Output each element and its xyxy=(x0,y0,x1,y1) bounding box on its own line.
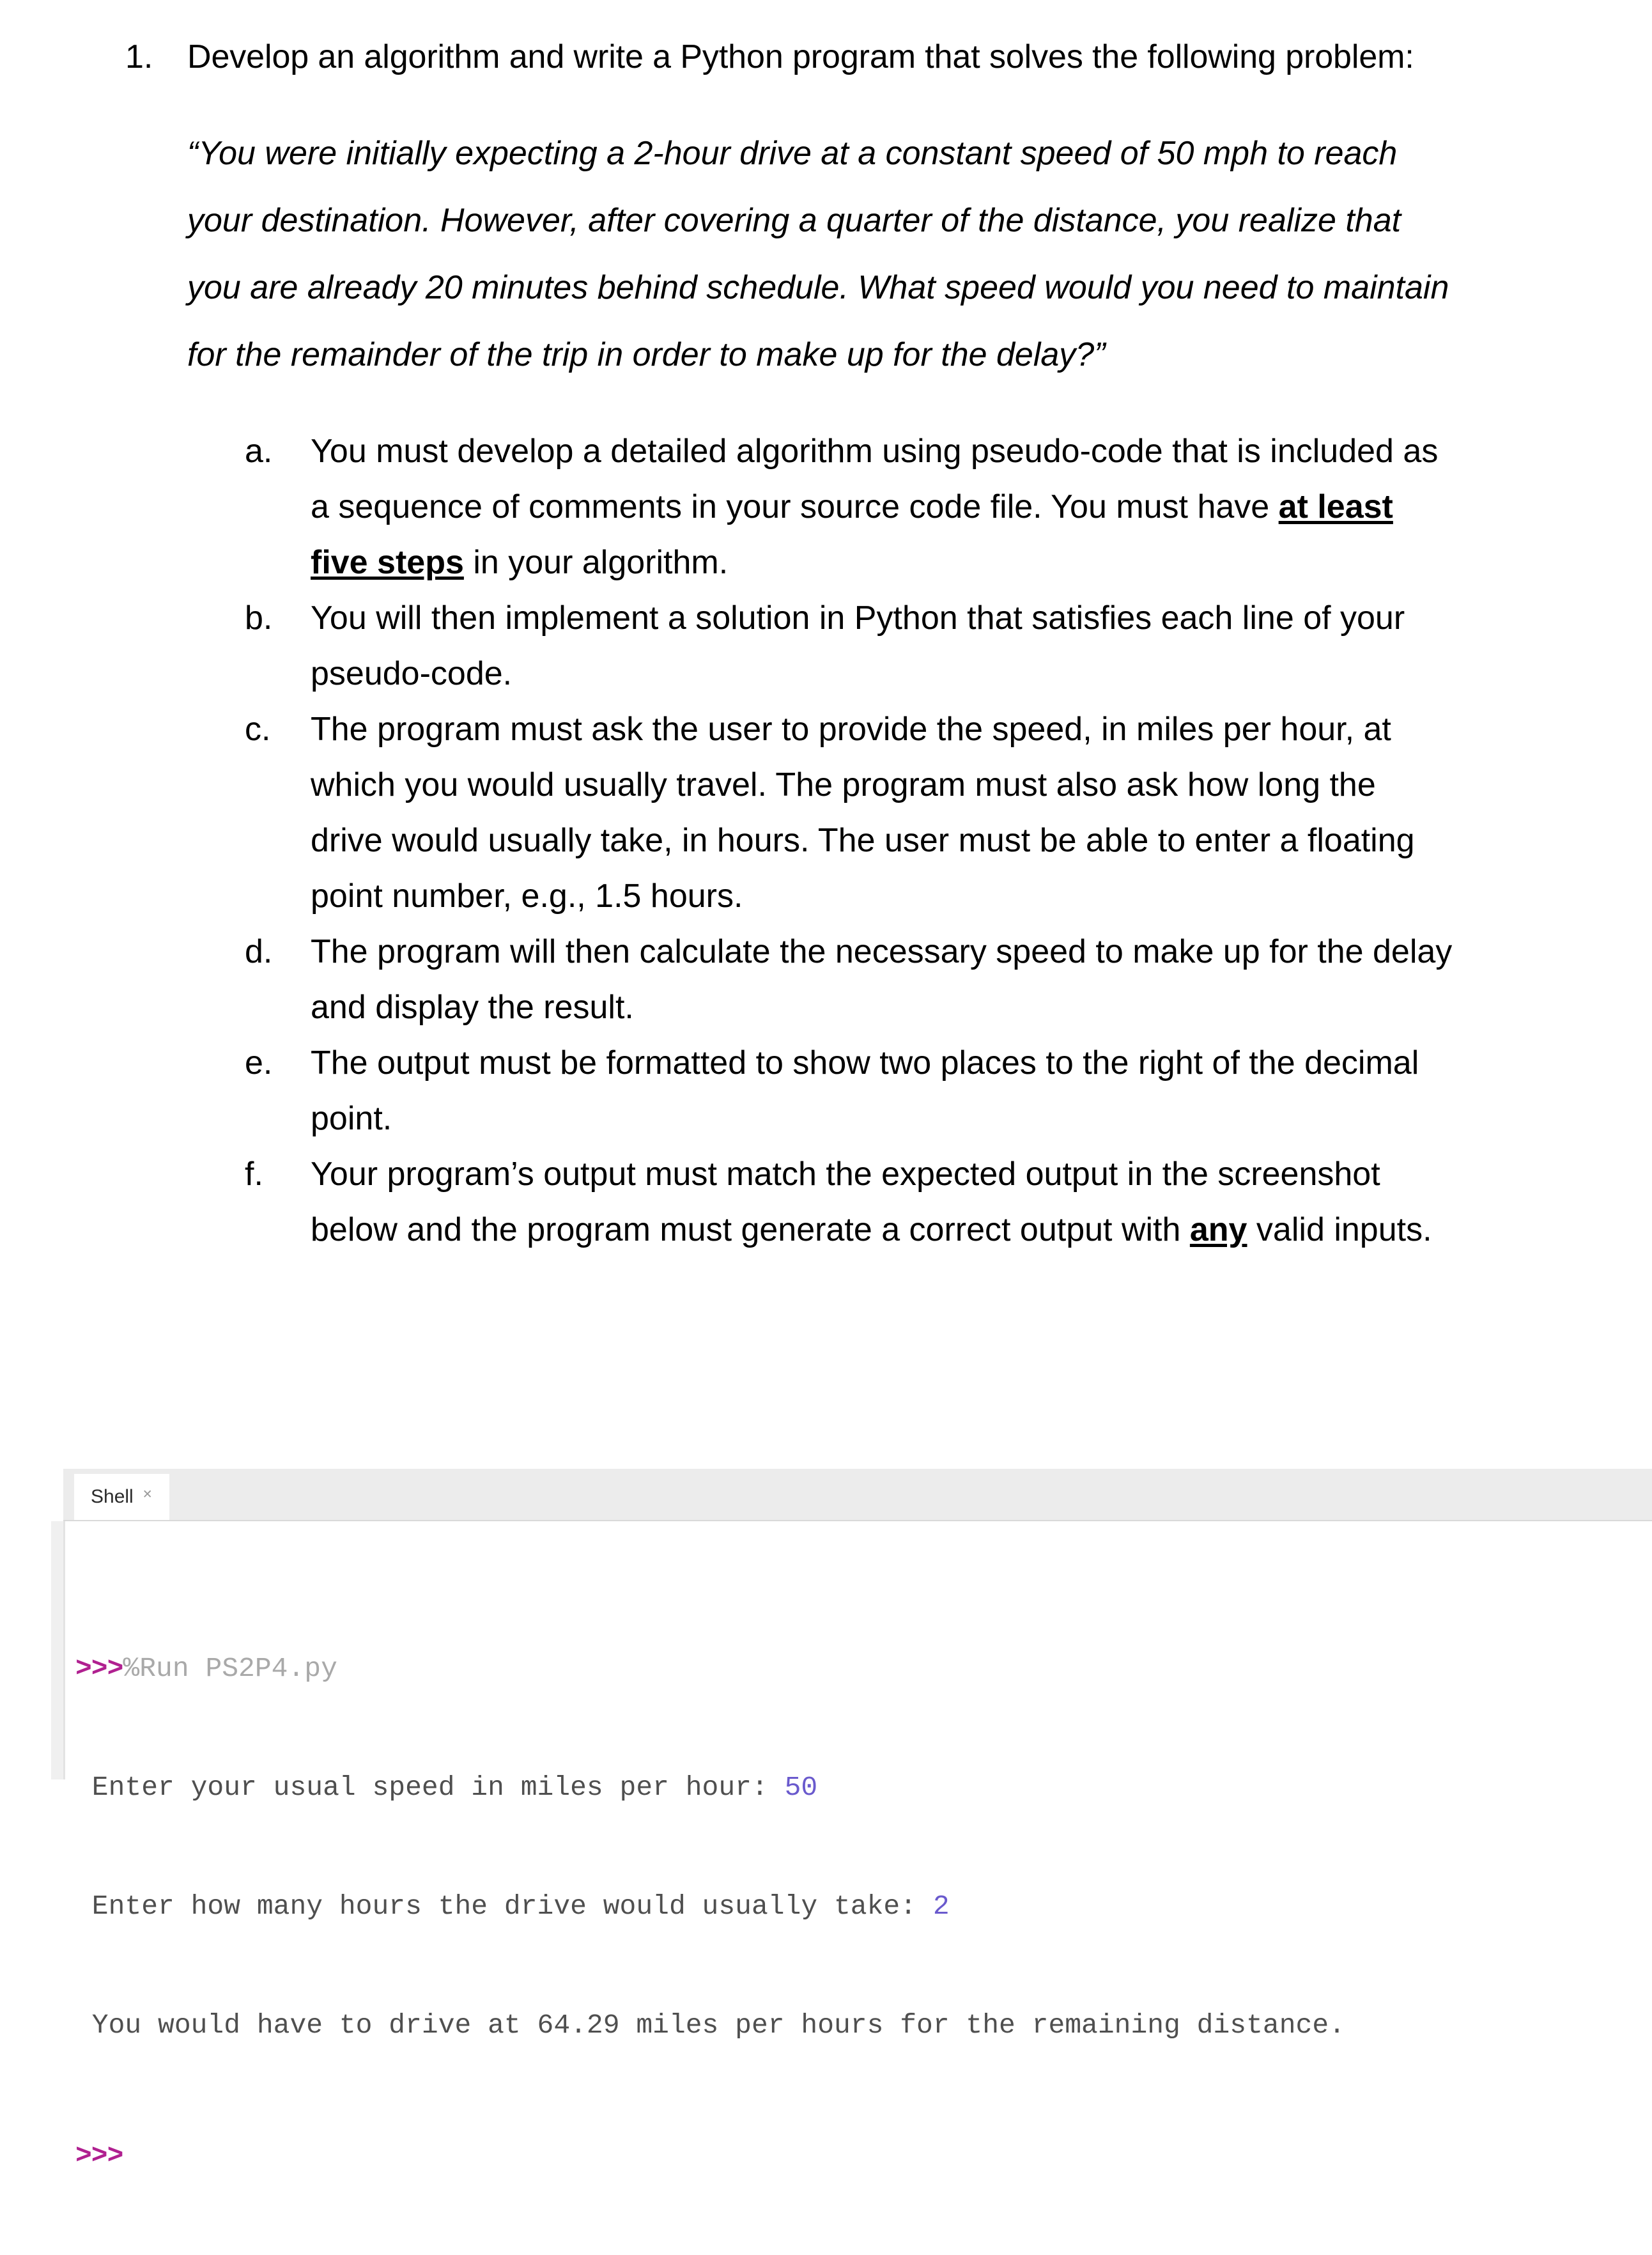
shell-text-result: You would have to drive at 64.29 miles p… xyxy=(75,2010,1345,2041)
sublist-marker-d: d. xyxy=(245,933,273,970)
sublist-marker-e: e. xyxy=(245,1044,273,1081)
sublist-text-f: Your program’s output must match the exp… xyxy=(311,1147,1455,1258)
shell-tab-bar: Shell ✕ xyxy=(63,1469,1652,1521)
sublist-marker-b: b. xyxy=(245,600,273,637)
sublist-text-c: The program must ask the user to provide… xyxy=(311,702,1455,924)
sublist-text-d-before: The program will then calculate the nece… xyxy=(311,933,1453,1026)
shell-text-speed-prompt: Enter your usual speed in miles per hour… xyxy=(75,1772,785,1803)
shell-line-speed-prompt: Enter your usual speed in miles per hour… xyxy=(65,1768,1652,1808)
list-item-1: 1. Develop an algorithm and write a Pyth… xyxy=(0,28,1652,1258)
sublist-item-c: c. The program must ask the user to prov… xyxy=(187,702,1575,924)
sublist-text-f-after: valid inputs. xyxy=(1247,1211,1432,1248)
tab-shell[interactable]: Shell ✕ xyxy=(74,1474,169,1520)
sublist-text-b: You will then implement a solution in Py… xyxy=(311,591,1455,702)
lettered-sublist: a. You must develop a detailed algorithm… xyxy=(187,389,1575,1258)
shell-line-result: You would have to drive at 64.29 miles p… xyxy=(65,2006,1652,2045)
sublist-marker-a: a. xyxy=(245,433,273,470)
problem-intro-text: Develop an algorithm and write a Python … xyxy=(187,38,1414,75)
sublist-text-c-before: The program must ask the user to provide… xyxy=(311,711,1415,915)
numbered-list: 1. Develop an algorithm and write a Pyth… xyxy=(0,28,1652,1258)
sublist-item-b: b. You will then implement a solution in… xyxy=(187,591,1575,702)
sublist-marker-f: f. xyxy=(245,1156,263,1193)
sublist-text-b-before: You will then implement a solution in Py… xyxy=(311,600,1405,692)
shell-value-hours: 2 xyxy=(932,1891,950,1922)
sublist-emphasis-f: any xyxy=(1189,1211,1247,1248)
shell-output-area[interactable]: >>>%Run PS2P4.py Enter your usual speed … xyxy=(51,1521,1652,2171)
shell-run-command: %Run PS2P4.py xyxy=(123,1653,337,1684)
document-body: 1. Develop an algorithm and write a Pyth… xyxy=(0,0,1652,1258)
sublist-item-f: f. Your program’s output must match the … xyxy=(187,1147,1575,1258)
list-marker-1: 1. xyxy=(125,38,153,75)
shell-gutter xyxy=(51,1521,63,1779)
sublist-text-e-before: The output must be formatted to show two… xyxy=(311,1044,1419,1137)
shell-line-final-prompt: >>> xyxy=(65,2125,1652,2176)
sublist-marker-c: c. xyxy=(245,711,271,748)
sublist-text-a: You must develop a detailed algorithm us… xyxy=(311,424,1455,591)
sublist-item-a: a. You must develop a detailed algorithm… xyxy=(187,424,1575,591)
close-icon[interactable]: ✕ xyxy=(143,1489,153,1506)
shell-value-speed: 50 xyxy=(784,1772,818,1803)
sublist-text-a-after: in your algorithm. xyxy=(463,544,729,581)
tab-shell-label: Shell xyxy=(91,1486,134,1507)
sublist-item-e: e. The output must be formatted to show … xyxy=(187,1035,1575,1147)
shell-prompt-symbol: >>> xyxy=(75,1653,123,1684)
shell-text-hours-prompt: Enter how many hours the drive would usu… xyxy=(75,1891,933,1922)
sublist-item-d: d. The program will then calculate the n… xyxy=(187,924,1575,1035)
sublist-text-e: The output must be formatted to show two… xyxy=(311,1035,1455,1147)
shell-line-run: >>>%Run PS2P4.py xyxy=(65,1649,1652,1689)
sublist-text-d: The program will then calculate the nece… xyxy=(311,924,1455,1035)
problem-quote-text: “You were initially expecting a 2-hour d… xyxy=(187,135,1449,373)
shell-final-prompt-symbol: >>> xyxy=(75,2140,123,2171)
shell-line-hours-prompt: Enter how many hours the drive would usu… xyxy=(65,1887,1652,1926)
thonny-shell-panel: Shell ✕ >>>%Run PS2P4.py Enter your usua… xyxy=(51,1469,1652,2171)
sublist-text-a-before: You must develop a detailed algorithm us… xyxy=(311,433,1439,525)
